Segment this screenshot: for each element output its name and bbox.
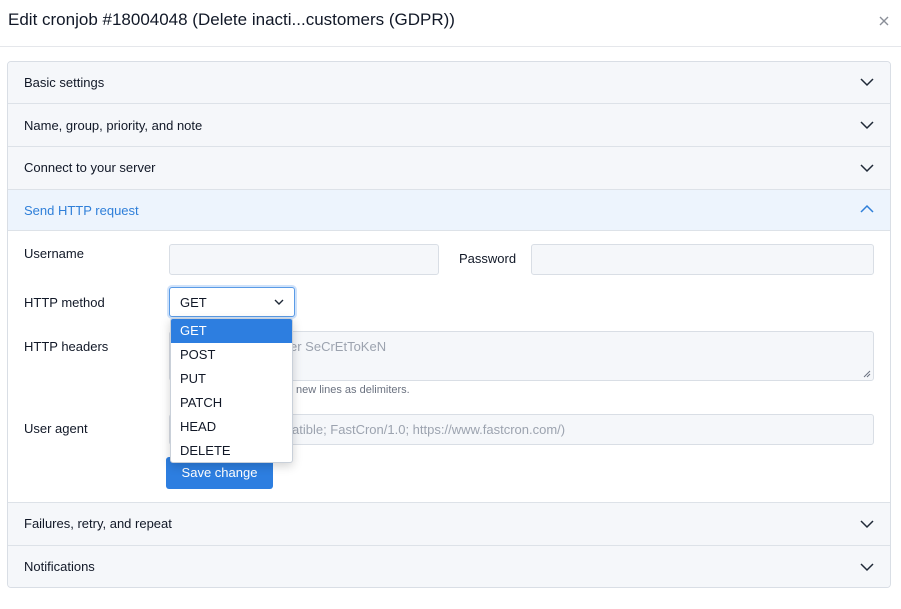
username-input[interactable] xyxy=(169,244,439,275)
method-option-put[interactable]: PUT xyxy=(171,367,292,391)
settings-accordion: Basic settings Name, group, priority, an… xyxy=(7,61,891,588)
section-label: Failures, retry, and repeat xyxy=(24,516,172,531)
method-option-post[interactable]: POST xyxy=(171,343,292,367)
method-option-head[interactable]: HEAD xyxy=(171,415,292,439)
user-agent-placeholder: atible; FastCron/1.0; https://www.fastcr… xyxy=(292,422,566,437)
section-label: Send HTTP request xyxy=(24,203,139,218)
chevron-down-icon xyxy=(860,520,874,529)
resize-handle-icon[interactable] xyxy=(863,370,871,378)
username-label: Username xyxy=(24,246,84,261)
chevron-down-icon xyxy=(860,78,874,87)
section-label: Basic settings xyxy=(24,75,105,90)
chevron-down-icon xyxy=(860,563,874,572)
method-option-delete[interactable]: DELETE xyxy=(171,439,292,462)
chevron-down-icon xyxy=(274,299,284,305)
section-label: Notifications xyxy=(24,559,95,574)
section-send-http-request[interactable]: Send HTTP request xyxy=(8,190,890,231)
http-method-value: GET xyxy=(180,295,207,310)
http-method-label: HTTP method xyxy=(24,295,105,310)
http-method-select[interactable]: GET xyxy=(169,287,295,317)
chevron-up-icon xyxy=(860,204,874,213)
http-method-dropdown: GET POST PUT PATCH HEAD DELETE xyxy=(170,318,293,463)
section-notifications[interactable]: Notifications xyxy=(8,546,890,587)
close-icon[interactable] xyxy=(877,14,891,28)
section-basic-settings[interactable]: Basic settings xyxy=(8,62,890,104)
section-failures-retry[interactable]: Failures, retry, and repeat xyxy=(8,503,890,546)
section-name-group[interactable]: Name, group, priority, and note xyxy=(8,104,890,147)
password-label: Password xyxy=(459,251,517,266)
http-headers-label: HTTP headers xyxy=(24,339,109,354)
modal-title: Edit cronjob #18004048 (Delete inacti...… xyxy=(8,10,455,29)
user-agent-label: User agent xyxy=(24,421,88,436)
section-label: Connect to your server xyxy=(24,160,156,175)
modal-header: Edit cronjob #18004048 (Delete inacti...… xyxy=(0,0,901,47)
http-headers-placeholder: er SeCrEtToKeN xyxy=(290,339,387,354)
password-input[interactable] xyxy=(531,244,874,275)
chevron-down-icon xyxy=(860,164,874,173)
method-option-patch[interactable]: PATCH xyxy=(171,391,292,415)
chevron-down-icon xyxy=(860,121,874,130)
section-label: Name, group, priority, and note xyxy=(24,118,203,133)
section-connect-server[interactable]: Connect to your server xyxy=(8,147,890,190)
http-headers-hint: new lines as delimiters. xyxy=(296,384,410,396)
http-request-panel: Username Password HTTP method GET HTTP h… xyxy=(8,231,890,503)
method-option-get[interactable]: GET xyxy=(171,319,292,343)
